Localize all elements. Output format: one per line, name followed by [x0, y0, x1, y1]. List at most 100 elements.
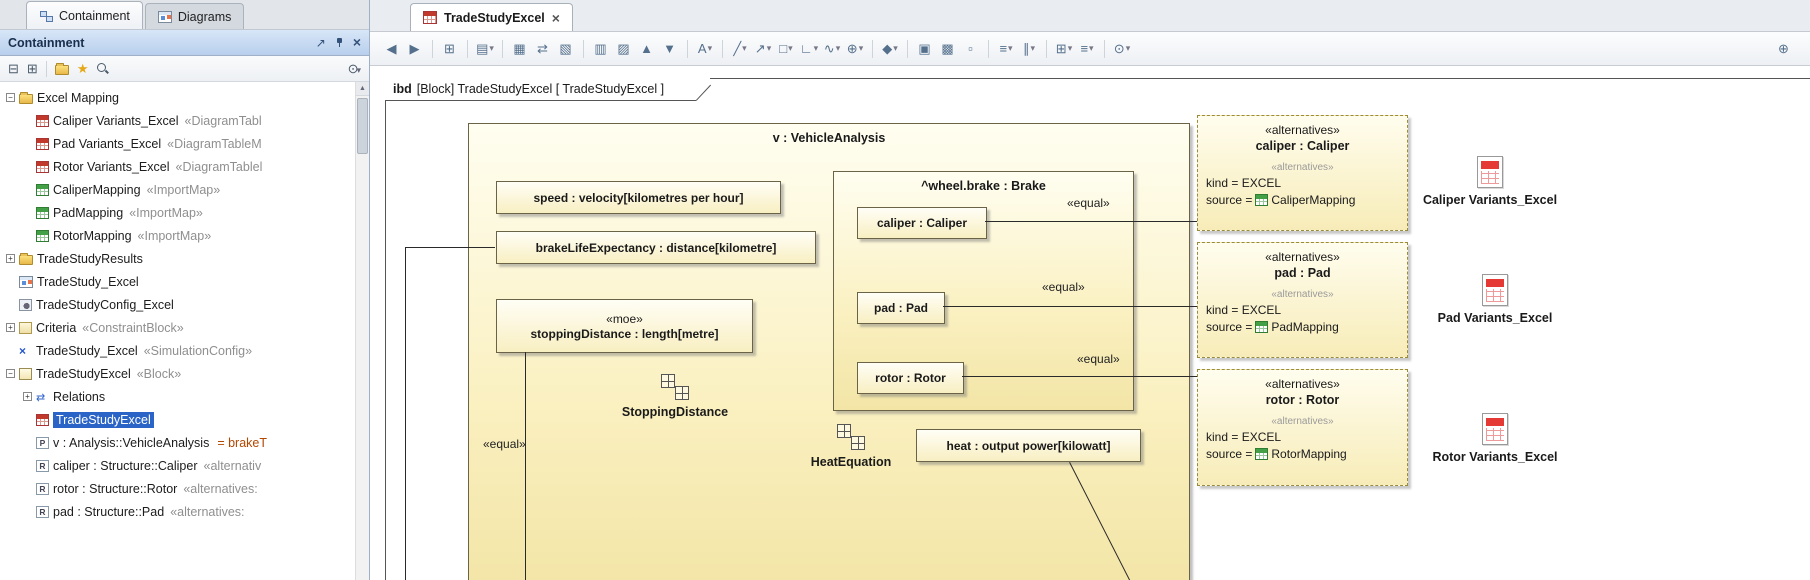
tree-scrollbar[interactable]: [355, 82, 369, 580]
favorites-icon[interactable]: [77, 60, 89, 78]
collapse-all-icon[interactable]: [8, 60, 19, 78]
external-table-caliper[interactable]: Caliper Variants_Excel: [1405, 156, 1575, 207]
connector-brake-life[interactable]: [405, 247, 495, 248]
scrollbar-thumb[interactable]: [357, 98, 368, 154]
options-gear-icon[interactable]: ⊙ ▾: [1112, 38, 1132, 60]
expander-icon[interactable]: [23, 392, 32, 401]
toolbar-icon-glyph: ⊕: [847, 41, 858, 57]
diagram-frame-label[interactable]: ibd [Block] TradeStudyExcel [ TradeStudy…: [385, 78, 710, 101]
external-table-rotor[interactable]: Rotor Variants_Excel: [1410, 413, 1580, 464]
containment-tree[interactable]: Excel Mapping Caliper Variants_Excel «Di…: [0, 82, 369, 580]
tree-item-caliper-mapping[interactable]: CaliperMapping «ImportMap»: [0, 178, 369, 201]
alternatives-rotor-box[interactable]: «alternatives» rotor : Rotor «alternativ…: [1197, 369, 1408, 486]
compartments-icon[interactable]: ▧: [556, 38, 576, 60]
paint-icon[interactable]: ◆ ▾: [880, 38, 900, 60]
part-stopping-distance[interactable]: «moe» stoppingDistance : length[metre]: [496, 299, 753, 353]
expander-icon[interactable]: [6, 93, 15, 102]
distribute-icon[interactable]: ∥ ▾: [1019, 38, 1039, 60]
toolbar-icon-glyph: ▧: [559, 41, 571, 57]
tree-item-rotor-variants-excel[interactable]: Rotor Variants_Excel «DiagramTablel: [0, 155, 369, 178]
shape-icon[interactable]: ▣: [915, 38, 935, 60]
open-diagram-icon[interactable]: [55, 65, 69, 75]
tree-item-tradestudyconfig-excel[interactable]: TradeStudyConfig_Excel: [0, 293, 369, 316]
tree-item-tradestudy-excel-diagram[interactable]: TradeStudy_Excel: [0, 270, 369, 293]
line-tool-icon[interactable]: ╱ ▾: [730, 38, 750, 60]
connector-pad-equal[interactable]: [943, 306, 1197, 307]
note-icon[interactable]: ▫: [961, 38, 981, 60]
part-speed[interactable]: speed : velocity[kilometres per hour]: [496, 181, 781, 214]
part-brake-life-expectancy[interactable]: brakeLifeExpectancy : distance[kilometre…: [496, 231, 816, 264]
relations-icon: [36, 390, 49, 404]
rectangle-tool-icon[interactable]: □ ▾: [776, 38, 796, 60]
tree-item-relations[interactable]: Relations: [0, 385, 369, 408]
align-icon[interactable]: ≡ ▾: [996, 38, 1016, 60]
tree-item-excel-mapping[interactable]: Excel Mapping: [0, 86, 369, 109]
part-heat[interactable]: heat : output power[kilowatt]: [916, 429, 1141, 462]
tree-item-caliper-property[interactable]: caliper : Structure::Caliper «alternativ: [0, 454, 369, 477]
stereotype-label: «ImportMap»: [129, 206, 203, 220]
chevron-down-icon: ▾: [788, 43, 793, 54]
copy-icon[interactable]: ▥: [591, 38, 611, 60]
alternatives-caliper-box[interactable]: «alternatives» caliper : Caliper «altern…: [1197, 115, 1408, 231]
move-up-icon[interactable]: ▲: [637, 38, 657, 60]
tree-item-tradestudyresults[interactable]: TradeStudyResults: [0, 247, 369, 270]
float-panel-icon[interactable]: [316, 34, 326, 52]
part-rotor[interactable]: rotor : Rotor: [857, 362, 964, 394]
forward-icon[interactable]: ▶: [405, 38, 425, 60]
tree-item-rotor-property[interactable]: rotor : Structure::Rotor «alternatives:: [0, 477, 369, 500]
constraint-heat-equation[interactable]: HeatEquation: [781, 424, 921, 469]
tree-item-criteria[interactable]: Criteria «ConstraintBlock»: [0, 316, 369, 339]
scroll-up-icon[interactable]: [356, 82, 369, 96]
block-vehicle-analysis[interactable]: v : VehicleAnalysis speed : velocity[kil…: [468, 123, 1190, 580]
tree-item-tradestudy-excel-simconfig[interactable]: TradeStudy_Excel «SimulationConfig»: [0, 339, 369, 362]
containment-view-icon[interactable]: ⊞: [440, 38, 460, 60]
pin-icon[interactable]: [334, 37, 345, 48]
tree-item-pad-property[interactable]: pad : Structure::Pad «alternatives:: [0, 500, 369, 523]
related-elements-icon[interactable]: ⇄: [533, 38, 553, 60]
block-brake[interactable]: ^wheel.brake : Brake caliper : Caliper p…: [833, 171, 1134, 411]
tree-item-pad-mapping[interactable]: PadMapping «ImportMap»: [0, 201, 369, 224]
constraint-stopping-distance[interactable]: StoppingDistance: [605, 374, 745, 419]
tab-containment[interactable]: Containment: [26, 1, 143, 29]
curve-tool-icon[interactable]: ∿ ▾: [822, 38, 842, 60]
paste-icon[interactable]: ▨: [614, 38, 634, 60]
external-table-pad[interactable]: Pad Variants_Excel: [1410, 274, 1580, 325]
part-pad[interactable]: pad : Pad: [857, 292, 945, 324]
expander-icon[interactable]: [6, 369, 15, 378]
expander-icon[interactable]: [6, 323, 15, 332]
connector-rotor-equal[interactable]: [962, 376, 1197, 377]
tree-item-tradestudyexcel-selected[interactable]: TradeStudyExcel: [0, 408, 369, 431]
connector-stopping-distance[interactable]: [525, 352, 526, 580]
part-caliper[interactable]: caliper : Caliper: [857, 207, 987, 239]
toolbar-icon-glyph: ⊕: [1778, 41, 1789, 57]
tree-item-rotor-mapping[interactable]: RotorMapping «ImportMap»: [0, 224, 369, 247]
close-panel-icon[interactable]: [353, 34, 361, 52]
search-icon[interactable]: [96, 62, 109, 75]
zoom-icon[interactable]: ⊕: [1774, 38, 1794, 60]
tree-item-label: CaliperMapping: [53, 183, 141, 197]
alternatives-pad-box[interactable]: «alternatives» pad : Pad «alternatives» …: [1197, 242, 1408, 358]
expander-icon[interactable]: [6, 254, 15, 263]
connector-brake-life-vertical[interactable]: [405, 247, 406, 580]
close-tab-icon[interactable]: [552, 10, 560, 26]
tree-item-v-vehicleanalysis[interactable]: v : Analysis::VehicleAnalysis = brakeT: [0, 431, 369, 454]
show-info-icon[interactable]: ▦: [510, 38, 530, 60]
elbow-line-tool-icon[interactable]: ∟ ▾: [799, 38, 819, 60]
diagram-aspects-icon[interactable]: ▤ ▾: [475, 38, 495, 60]
diagram-canvas[interactable]: ibd [Block] TradeStudyExcel [ TradeStudy…: [370, 66, 1810, 580]
arrow-tool-icon[interactable]: ↗ ▾: [753, 38, 773, 60]
doc-tab-tradestudyexcel[interactable]: TradeStudyExcel: [410, 3, 573, 31]
tree-item-tradestudyexcel-block[interactable]: TradeStudyExcel «Block»: [0, 362, 369, 385]
filter-icon[interactable]: [27, 60, 38, 78]
tab-diagrams[interactable]: Diagrams: [145, 3, 245, 29]
table-view-icon[interactable]: ⊞ ▾: [1054, 38, 1074, 60]
connector-caliper-equal[interactable]: [985, 221, 1197, 222]
tree-item-caliper-variants-excel[interactable]: Caliper Variants_Excel «DiagramTabl: [0, 109, 369, 132]
tree-item-pad-variants-excel[interactable]: Pad Variants_Excel «DiagramTableM: [0, 132, 369, 155]
list-view-icon[interactable]: ≡ ▾: [1077, 38, 1097, 60]
group-icon[interactable]: ▩: [938, 38, 958, 60]
back-icon[interactable]: ◀: [382, 38, 402, 60]
anchor-tool-icon[interactable]: ⊕ ▾: [845, 38, 865, 60]
text-tool-icon[interactable]: A ▾: [695, 38, 715, 60]
move-down-icon[interactable]: ▼: [660, 38, 680, 60]
